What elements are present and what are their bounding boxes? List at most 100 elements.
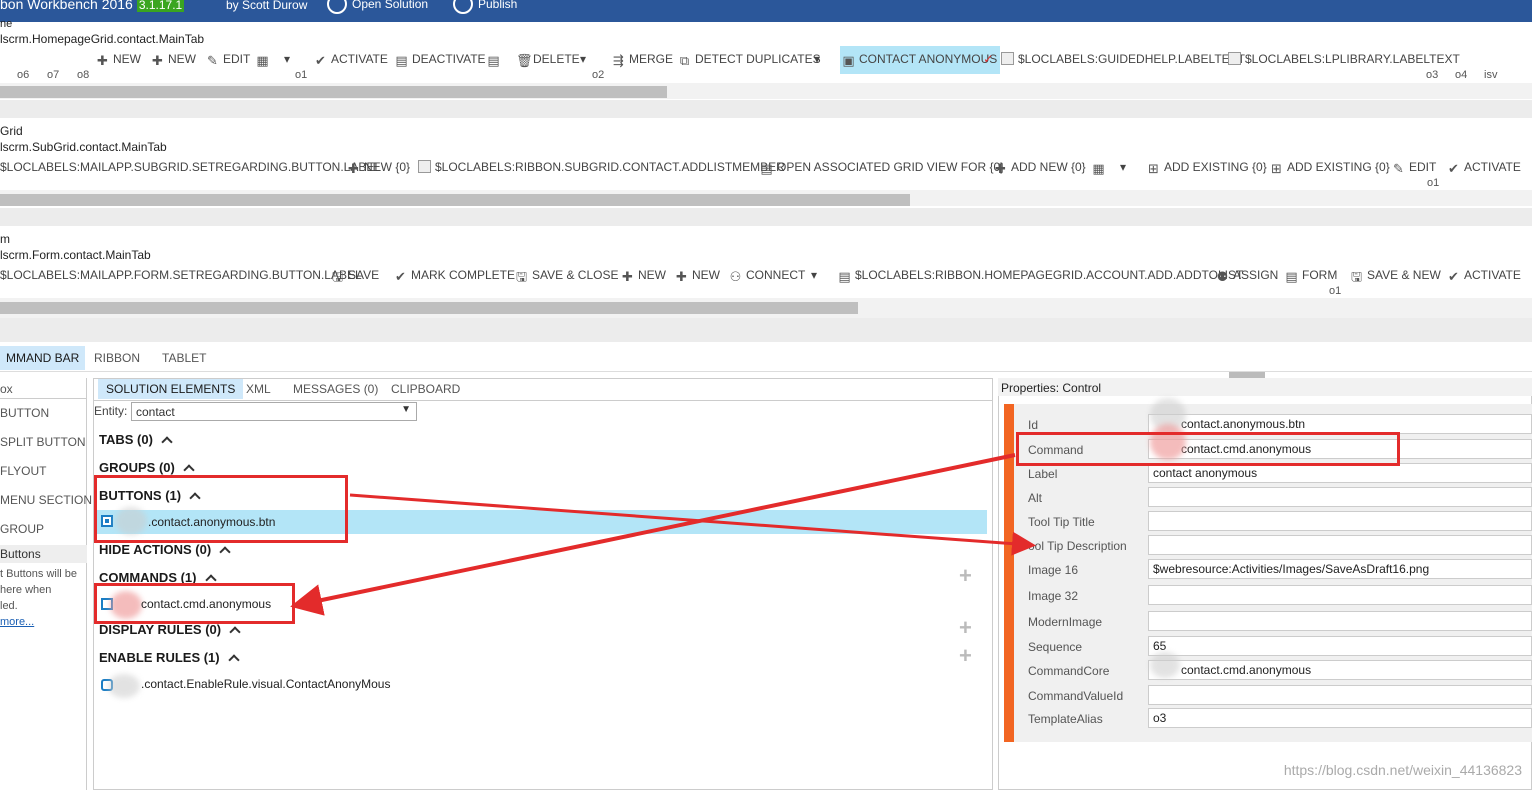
- prop-value-image-32[interactable]: [1148, 585, 1532, 605]
- prop-label-image-16: Image 16: [1028, 563, 1079, 577]
- prop-value-tool-tip-title[interactable]: [1148, 511, 1532, 531]
- fm-addtolist-button[interactable]: ▤ $LOCLABELS:RIBBON.HOMEPAGEGRID.ACCOUNT.…: [838, 268, 1243, 283]
- prop-value-text: contact.cmd.anonymous: [1181, 663, 1312, 677]
- subgrid-ribbon-title: Grid: [0, 124, 23, 138]
- sg-edit-button[interactable]: ✎ EDIT: [1392, 160, 1436, 175]
- prop-label-commandcore: CommandCore: [1028, 664, 1110, 678]
- tab-messages[interactable]: MESSAGES (0): [285, 379, 386, 399]
- fm-connect-button[interactable]: ⚇ CONNECT: [729, 268, 806, 283]
- redacted-prefix: [1150, 652, 1180, 678]
- add-to-list-icon: ▤: [838, 269, 851, 284]
- fm-mark-complete-button[interactable]: ✔ MARK COMPLETE: [394, 268, 515, 283]
- toolbox-item-group[interactable]: GROUP: [0, 522, 44, 536]
- add-command-icon[interactable]: +: [959, 565, 972, 587]
- sg-addlistmember-button[interactable]: $LOCLABELS:RIBBON.SUBGRID.CONTACT.ADDLIS…: [418, 160, 785, 174]
- hp-new-button-1[interactable]: ✚ NEW: [96, 52, 141, 67]
- placeholder-icon: [1228, 52, 1241, 65]
- chevron-up-icon: [161, 436, 173, 448]
- fm-save-new-button[interactable]: 🖫 SAVE & NEW: [1350, 268, 1441, 283]
- tab-tablet[interactable]: TABLET: [156, 346, 212, 370]
- hp-contact-anonymous-button[interactable]: ▣ CONTACT ANONYMOUS✓: [842, 52, 997, 67]
- prop-value-image-16[interactable]: $webresource:Activities/Images/SaveAsDra…: [1148, 559, 1532, 579]
- fm-save-button[interactable]: 🖫 SAVE: [331, 268, 379, 283]
- hp-new-button-2[interactable]: ✚ NEW: [151, 52, 196, 67]
- document-icon: ▤: [395, 53, 408, 68]
- check-icon: ✔: [1448, 161, 1459, 176]
- toolbox-item-menu-section[interactable]: MENU SECTION: [0, 493, 92, 507]
- prop-value-templatealias[interactable]: o3: [1148, 708, 1532, 728]
- publish-button[interactable]: Publish: [453, 0, 517, 14]
- hp-list-button[interactable]: ▤: [487, 52, 504, 67]
- tab-ribbon[interactable]: RIBBON: [88, 346, 146, 370]
- prop-value-sequence[interactable]: 65: [1148, 636, 1532, 656]
- sg-add-existing-button-2[interactable]: ⊞ ADD EXISTING {0}: [1270, 160, 1390, 175]
- toolbox-item-split-button[interactable]: SPLIT BUTTON: [0, 435, 86, 449]
- sg-activate-button[interactable]: ✔ ACTIVATE: [1447, 160, 1521, 175]
- fm-activate-button[interactable]: ✔ ACTIVATE: [1447, 268, 1521, 283]
- red-check-mark: ✓: [983, 52, 994, 66]
- sg-new-button[interactable]: ✚ NEW {0}: [347, 160, 410, 175]
- hp-activate-button[interactable]: ✔ ACTIVATE: [314, 52, 388, 67]
- hp-dropdown-1[interactable]: ▾: [284, 52, 290, 66]
- tab-xml[interactable]: XML: [238, 379, 279, 399]
- prop-value-ool-tip-description[interactable]: [1148, 535, 1532, 555]
- hp-deactivate-button[interactable]: ▤ DEACTIVATE: [395, 52, 485, 68]
- add-display-rule-icon[interactable]: +: [959, 617, 972, 639]
- sg-open-associated-button[interactable]: ▤ OPEN ASSOCIATED GRID VIEW FOR {0}: [760, 160, 1004, 175]
- hp-detect-duplicates-button[interactable]: ⧉ DETECT DUPLICATES: [678, 52, 821, 67]
- fm-save-close-button[interactable]: 🖫 SAVE & CLOSE: [515, 268, 619, 283]
- sg-setregarding-button[interactable]: $LOCLABELS:MAILAPP.SUBGRID.SETREGARDING.…: [0, 160, 381, 174]
- section-hide-actions[interactable]: HIDE ACTIONS (0): [99, 542, 231, 558]
- entity-select[interactable]: contact ▼: [131, 402, 417, 421]
- fm-dropdown[interactable]: ▾: [811, 268, 817, 282]
- prop-value-commandvalueid[interactable]: [1148, 685, 1532, 705]
- hp-horizontal-scrollbar[interactable]: [0, 86, 667, 98]
- homepage-ribbon-title: ne: [0, 18, 13, 30]
- fm-horizontal-scrollbar[interactable]: [0, 302, 858, 314]
- hp-grid-button[interactable]: ▦: [256, 52, 273, 67]
- chevron-up-icon: [227, 654, 240, 666]
- homepage-ribbon-id: lscrm.HomepageGrid.contact.MainTab: [0, 32, 205, 46]
- sg-add-existing-button-1[interactable]: ⊞ ADD EXISTING {0}: [1147, 160, 1267, 175]
- form-icon: ▤: [1285, 269, 1298, 284]
- section-groups[interactable]: GROUPS (0): [99, 460, 195, 476]
- prop-value-commandcore[interactable]: contact.cmd.anonymous: [1148, 660, 1532, 680]
- fm-new-button-1[interactable]: ✚ NEW: [621, 268, 666, 283]
- hp-dropdown-3[interactable]: ▾: [814, 52, 820, 66]
- sg-horizontal-scrollbar[interactable]: [0, 194, 910, 206]
- fm-new-button-2[interactable]: ✚ NEW: [675, 268, 720, 283]
- hp-lplibrary-button[interactable]: $LOCLABELS:LPLIBRARY.LABELTEXT: [1228, 52, 1460, 66]
- toolbox-item-flyout[interactable]: FLYOUT: [0, 464, 46, 478]
- hp-edit-button[interactable]: ✎ EDIT: [206, 52, 250, 67]
- tab-command-bar[interactable]: MMAND BAR: [0, 346, 86, 370]
- toolbox-help-line: here when: [0, 584, 52, 596]
- fm-form-button[interactable]: ▤ FORM: [1285, 268, 1337, 283]
- group-label-o3: o3: [1426, 69, 1439, 81]
- tab-solution-elements[interactable]: SOLUTION ELEMENTS: [98, 379, 244, 399]
- section-display-rules[interactable]: DISPLAY RULES (0): [99, 622, 241, 638]
- fm-setregarding-button[interactable]: $LOCLABELS:MAILAPP.FORM.SETREGARDING.BUT…: [0, 268, 362, 282]
- fm-assign-button[interactable]: ⚉ ASSIGN: [1216, 268, 1279, 283]
- prop-value-modernimage[interactable]: [1148, 611, 1532, 631]
- open-solution-button[interactable]: Open Solution: [327, 0, 428, 14]
- tab-clipboard[interactable]: CLIPBOARD: [383, 379, 468, 399]
- prop-value-id[interactable]: contact.anonymous.btn: [1148, 414, 1532, 434]
- hp-delete-button[interactable]: 🗑DELETE: [516, 52, 580, 67]
- hp-guidedhelp-button[interactable]: $LOCLABELS:GUIDEDHELP.LABELTEXT: [1001, 52, 1245, 66]
- sg-add-new-button[interactable]: ✚ ADD NEW {0}: [994, 160, 1086, 175]
- section-enable-rules[interactable]: ENABLE RULES (1): [99, 650, 240, 666]
- sg-dropdown[interactable]: ▾: [1120, 160, 1126, 174]
- add-existing-icon: ⊞: [1271, 161, 1282, 176]
- prop-value-alt[interactable]: [1148, 487, 1532, 507]
- entity-label: Entity:: [94, 404, 128, 418]
- prop-value-label[interactable]: contact anonymous: [1148, 463, 1532, 483]
- toolbox-item-button[interactable]: BUTTON: [0, 406, 49, 420]
- merge-icon: ⇶: [613, 53, 624, 68]
- add-enable-rule-icon[interactable]: +: [959, 645, 972, 667]
- hp-merge-button[interactable]: ⇶ MERGE: [612, 52, 673, 67]
- toolbox-more-link[interactable]: more...: [0, 616, 34, 628]
- hp-dropdown-2[interactable]: ▾: [580, 52, 586, 66]
- section-tabs[interactable]: TABS (0): [99, 432, 173, 448]
- enable-rule-tree-item[interactable]: .contact.EnableRule.visual.ContactAnonyM…: [141, 677, 390, 691]
- sg-grid-button[interactable]: ▦: [1092, 160, 1109, 175]
